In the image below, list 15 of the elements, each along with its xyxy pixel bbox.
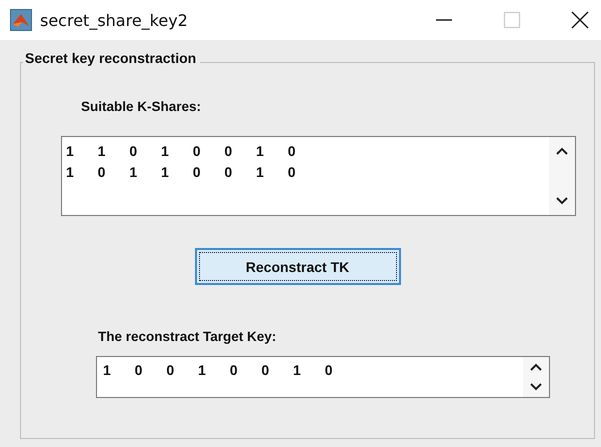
panel-title: Secret key reconstraction (23, 50, 200, 66)
shares-list[interactable]: 1 1 0 1 0 0 1 0 1 0 1 1 0 0 1 0 (61, 136, 576, 216)
scroll-up-icon[interactable] (556, 147, 568, 155)
shares-label: Suitable K-Shares: (81, 99, 202, 114)
app-icon (10, 9, 32, 31)
close-icon[interactable] (571, 11, 589, 29)
scroll-down-icon[interactable] (530, 383, 542, 391)
scroll-down-icon[interactable] (556, 197, 568, 205)
list-row[interactable]: 1 1 0 1 0 0 1 0 (66, 141, 545, 162)
scroll-up-icon[interactable] (530, 363, 542, 371)
reconstruct-button[interactable]: Reconstract TK (194, 248, 400, 285)
target-key-field[interactable]: 1 0 0 1 0 0 1 0 (96, 356, 550, 398)
list-row[interactable]: 1 0 1 1 0 0 1 0 (66, 162, 545, 183)
window-title: secret_share_key2 (40, 10, 188, 30)
target-key-label: The reconstract Target Key: (98, 329, 278, 344)
